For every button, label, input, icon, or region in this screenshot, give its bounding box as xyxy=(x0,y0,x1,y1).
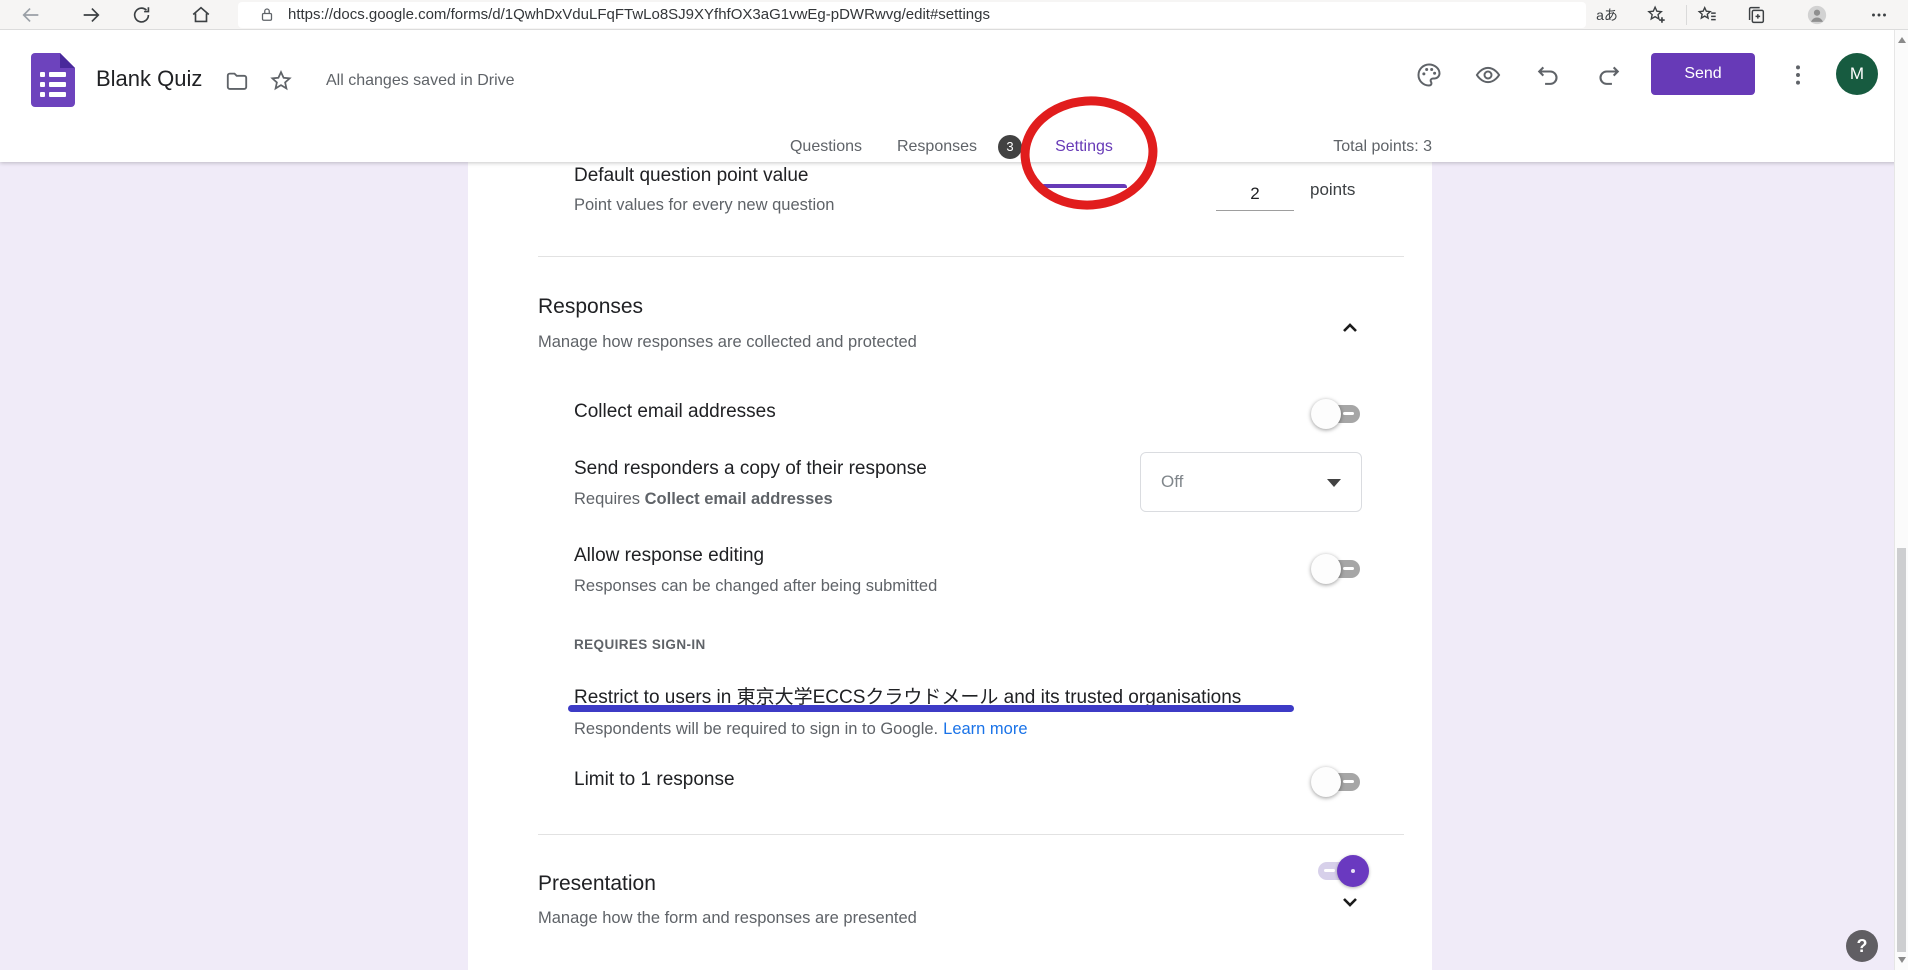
learn-more-link[interactable]: Learn more xyxy=(943,720,1027,738)
logo-glyph xyxy=(40,72,45,77)
toggle-track-dash xyxy=(1324,869,1335,872)
scrollbar xyxy=(1894,30,1908,970)
send-copy-label: Send responders a copy of their response xyxy=(574,458,927,480)
translate-icon[interactable]: aあ xyxy=(1594,3,1620,27)
default-points-input[interactable]: 2 xyxy=(1216,176,1294,211)
points-unit-label: points xyxy=(1310,180,1355,200)
toggle-knob xyxy=(1311,554,1341,584)
back-icon[interactable] xyxy=(20,4,42,26)
forms-logo-icon[interactable] xyxy=(31,53,75,107)
send-button[interactable]: Send xyxy=(1651,53,1755,95)
collapse-chevron-up-icon[interactable] xyxy=(1336,314,1364,342)
scrollbar-down-arrow[interactable] xyxy=(1898,957,1906,963)
undo-icon[interactable] xyxy=(1534,61,1562,89)
document-title[interactable]: Blank Quiz xyxy=(96,66,202,92)
presentation-section-subtitle: Manage how the form and responses are pr… xyxy=(538,909,917,928)
restrict-subtitle-text: Respondents will be required to sign in … xyxy=(574,720,938,738)
section-divider xyxy=(538,834,1404,835)
logo-glyph xyxy=(40,82,45,87)
active-tab-indicator xyxy=(1041,184,1127,188)
forms-logo-fold xyxy=(60,53,75,68)
restrict-users-subtitle: Respondents will be required to sign in … xyxy=(574,720,1028,739)
home-icon[interactable] xyxy=(190,4,212,26)
browser-toolbar: https://docs.google.com/forms/d/1QwhDxVd… xyxy=(0,0,1908,30)
collect-email-label: Collect email addresses xyxy=(574,401,776,423)
browser-profile-icon[interactable] xyxy=(1806,4,1828,26)
redo-icon[interactable] xyxy=(1595,61,1623,89)
responses-count-badge[interactable]: 3 xyxy=(998,135,1022,159)
toolbar-separator xyxy=(1686,5,1687,25)
section-divider xyxy=(538,256,1404,257)
more-options-icon[interactable] xyxy=(1784,61,1812,89)
forward-icon[interactable] xyxy=(80,4,102,26)
save-status: All changes saved in Drive xyxy=(326,72,515,90)
toggle-knob xyxy=(1311,399,1341,429)
scrollbar-thumb[interactable] xyxy=(1897,548,1906,952)
toggle-track-dash xyxy=(1343,780,1354,783)
dropdown-value: Off xyxy=(1161,453,1183,511)
url-text[interactable]: https://docs.google.com/forms/d/1QwhDxVd… xyxy=(288,2,990,28)
logo-glyph xyxy=(40,92,45,97)
send-copy-subtitle: Requires Collect email addresses xyxy=(574,490,833,509)
restrict-users-label: Restrict to users in 東京大学ECCSクラウドメール and… xyxy=(574,682,1241,709)
presentation-section-title: Presentation xyxy=(538,872,656,896)
browser-menu-icon[interactable] xyxy=(1866,3,1892,27)
responses-section-title: Responses xyxy=(538,295,643,319)
requires-bold-text: Collect email addresses xyxy=(645,490,833,508)
settings-card: Default question point value Point value… xyxy=(468,162,1432,970)
toggle-knob-glint xyxy=(1351,869,1355,873)
move-folder-icon[interactable] xyxy=(224,68,250,94)
toggle-knob xyxy=(1337,855,1369,887)
account-avatar[interactable]: M xyxy=(1836,53,1878,95)
page-background: Default question point value Point value… xyxy=(0,162,1908,970)
expand-chevron-down-icon[interactable] xyxy=(1336,888,1364,916)
send-copy-dropdown[interactable]: Off xyxy=(1140,452,1362,512)
default-points-subtitle: Point values for every new question xyxy=(574,196,834,215)
default-points-title: Default question point value xyxy=(574,165,809,187)
responses-section-subtitle: Manage how responses are collected and p… xyxy=(538,333,917,352)
allow-editing-subtitle: Responses can be changed after being sub… xyxy=(574,577,937,596)
theme-palette-icon[interactable] xyxy=(1415,61,1443,89)
allow-editing-label: Allow response editing xyxy=(574,545,764,567)
star-icon[interactable] xyxy=(268,68,294,94)
tab-questions[interactable]: Questions xyxy=(770,133,882,161)
restrict-users-toggle[interactable] xyxy=(1315,854,1365,888)
collections-icon[interactable] xyxy=(1743,3,1769,27)
toggle-knob xyxy=(1311,767,1341,797)
address-bar[interactable]: https://docs.google.com/forms/d/1QwhDxVd… xyxy=(238,2,1586,28)
limit-response-toggle[interactable] xyxy=(1313,765,1363,799)
add-favorite-icon[interactable] xyxy=(1643,3,1669,27)
screen: https://docs.google.com/forms/d/1QwhDxVd… xyxy=(0,0,1908,970)
preview-eye-icon[interactable] xyxy=(1474,61,1502,89)
forms-header: Blank Quiz All changes saved in Drive Se… xyxy=(0,30,1908,162)
dropdown-caret-icon xyxy=(1327,479,1341,487)
total-points: Total points: 3 xyxy=(1270,134,1432,160)
collect-email-toggle[interactable] xyxy=(1313,397,1363,431)
logo-glyph xyxy=(49,82,66,87)
toggle-track-dash xyxy=(1343,412,1354,415)
scrollbar-up-arrow[interactable] xyxy=(1898,37,1906,43)
limit-response-label: Limit to 1 response xyxy=(574,769,735,791)
toggle-track-dash xyxy=(1343,567,1354,570)
logo-glyph xyxy=(49,92,66,97)
tab-settings[interactable]: Settings xyxy=(1030,133,1138,161)
help-button[interactable]: ? xyxy=(1846,930,1878,962)
requires-signin-header: REQUIRES SIGN-IN xyxy=(574,637,706,652)
logo-glyph xyxy=(49,72,66,77)
refresh-icon[interactable] xyxy=(131,4,153,26)
tab-responses[interactable]: Responses xyxy=(878,133,996,161)
allow-editing-toggle[interactable] xyxy=(1313,552,1363,586)
favorites-hub-icon[interactable] xyxy=(1694,3,1720,27)
requires-text: Requires xyxy=(574,490,645,508)
lock-icon[interactable] xyxy=(258,6,276,24)
